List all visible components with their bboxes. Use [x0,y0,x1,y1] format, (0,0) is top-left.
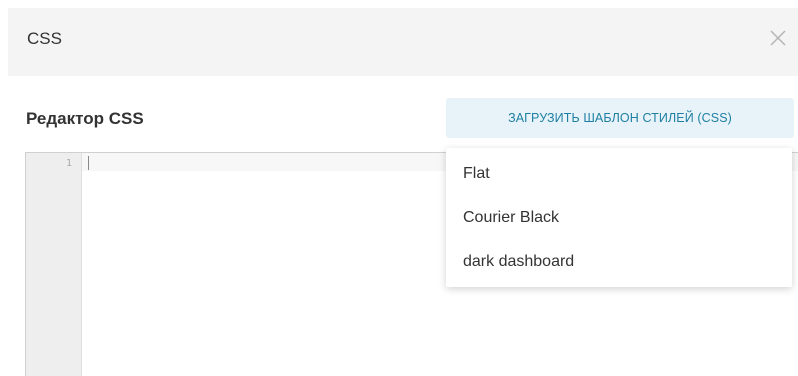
editor-label: Редактор CSS [26,109,144,128]
dialog-title: CSS [27,29,62,48]
editor-gutter: 1 [26,153,82,376]
load-style-template-button[interactable]: ЗАГРУЗИТЬ ШАБЛОН СТИЛЕЙ (CSS) [446,98,794,138]
text-cursor [88,156,89,170]
close-button[interactable] [766,26,790,50]
dropdown-item-flat[interactable]: Flat [463,165,490,183]
dropdown-item-dark-dashboard[interactable]: dark dashboard [463,253,574,271]
close-icon [770,30,786,46]
css-dialog: CSS Редактор CSS ЗАГРУЗИТЬ ШАБЛОН СТИЛЕЙ… [8,8,798,376]
dialog-header: CSS [8,8,798,76]
dropdown-item-courier-black[interactable]: Courier Black [463,209,559,227]
style-template-dropdown: Flat Courier Black dark dashboard [446,148,792,287]
line-number: 1 [65,158,72,169]
